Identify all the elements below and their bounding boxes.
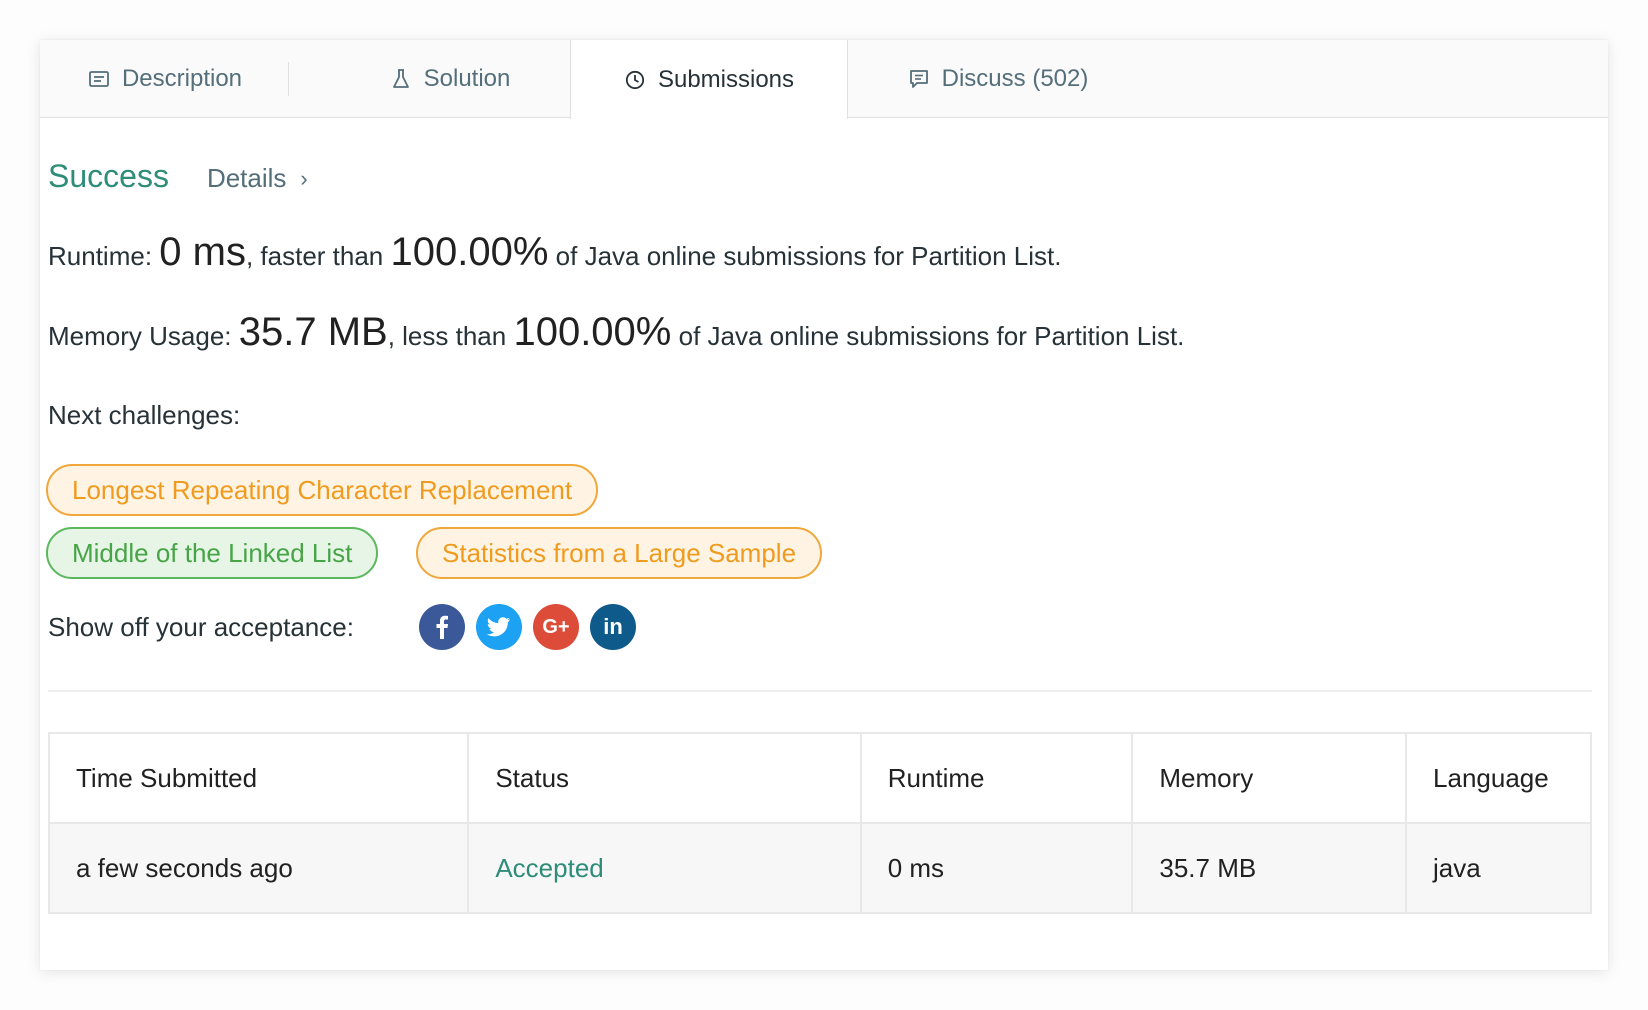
facebook-icon[interactable] [419, 604, 465, 650]
cell-status-accepted-link[interactable]: Accepted [467, 822, 862, 914]
memory-stat: Memory Usage: 35.7 MB, less than 100.00%… [48, 310, 1184, 355]
google-plus-icon[interactable]: G+ [533, 604, 579, 650]
share-label: Show off your acceptance: [48, 612, 354, 642]
result-status-row: Success Details › [48, 158, 308, 195]
tab-bar: Description Solution Submissions Discuss [40, 40, 1608, 119]
cell-language: java [1405, 822, 1592, 914]
tab-separator [288, 62, 289, 96]
chevron-right-icon: › [300, 165, 308, 191]
challenge-chip-medium[interactable]: Statistics from a Large Sample [416, 527, 823, 579]
cell-runtime: 0 ms [859, 822, 1134, 914]
column-header-language: Language [1405, 732, 1592, 824]
memory-value: 35.7 MB [238, 310, 388, 354]
runtime-suffix: of Java online submissions for Partition… [555, 241, 1062, 271]
runtime-value: 0 ms [159, 230, 246, 274]
status-success: Success [48, 158, 169, 194]
submission-panel: Description Solution Submissions Discuss [40, 40, 1608, 970]
table-row: a few seconds ago Accepted 0 ms 35.7 MB … [47, 822, 1592, 914]
twitter-icon[interactable] [476, 604, 522, 650]
tab-description-label: Description [121, 65, 243, 92]
tab-description[interactable]: Description [40, 40, 290, 118]
section-divider [48, 690, 1592, 692]
runtime-comparison: , faster than [245, 241, 384, 271]
tab-submissions[interactable]: Submissions [570, 40, 848, 119]
challenge-chip-medium[interactable]: Longest Repeating Character Replacement [46, 464, 599, 516]
runtime-label: Runtime: [48, 241, 153, 271]
linkedin-icon[interactable]: in [590, 604, 636, 650]
clock-icon [624, 69, 646, 91]
cell-memory: 35.7 MB [1131, 822, 1408, 914]
details-label: Details [206, 163, 287, 193]
cell-time-submitted: a few seconds ago [47, 822, 470, 914]
column-header-status: Status [467, 732, 862, 824]
column-header-runtime: Runtime [859, 732, 1134, 824]
details-link[interactable]: Details › [207, 163, 308, 194]
description-icon [88, 68, 110, 90]
column-header-memory: Memory [1131, 732, 1408, 824]
memory-label: Memory Usage: [48, 321, 232, 351]
tab-discuss-label: Discuss (502) [941, 65, 1089, 92]
memory-comparison: , less than [387, 321, 507, 351]
memory-percent: 100.00% [513, 310, 672, 354]
runtime-percent: 100.00% [390, 230, 549, 274]
column-header-time-submitted: Time Submitted [47, 732, 470, 824]
memory-suffix: of Java online submissions for Partition… [678, 321, 1185, 351]
flask-icon [390, 68, 412, 90]
table-header-row: Time Submitted Status Runtime Memory Lan… [47, 732, 1592, 824]
runtime-stat: Runtime: 0 ms, faster than 100.00% of Ja… [48, 230, 1061, 275]
tab-submissions-label: Submissions [657, 65, 795, 93]
next-challenges-label: Next challenges: [48, 400, 241, 430]
challenge-chip-easy[interactable]: Middle of the Linked List [46, 527, 379, 579]
tab-solution-label: Solution [423, 65, 511, 92]
tab-solution[interactable]: Solution [290, 40, 610, 118]
tab-discuss[interactable]: Discuss (502) [848, 40, 1148, 118]
submissions-table: Time Submitted Status Runtime Memory Lan… [47, 732, 1592, 914]
page: Description Solution Submissions Discuss [0, 0, 1648, 1010]
comment-icon [908, 68, 930, 90]
